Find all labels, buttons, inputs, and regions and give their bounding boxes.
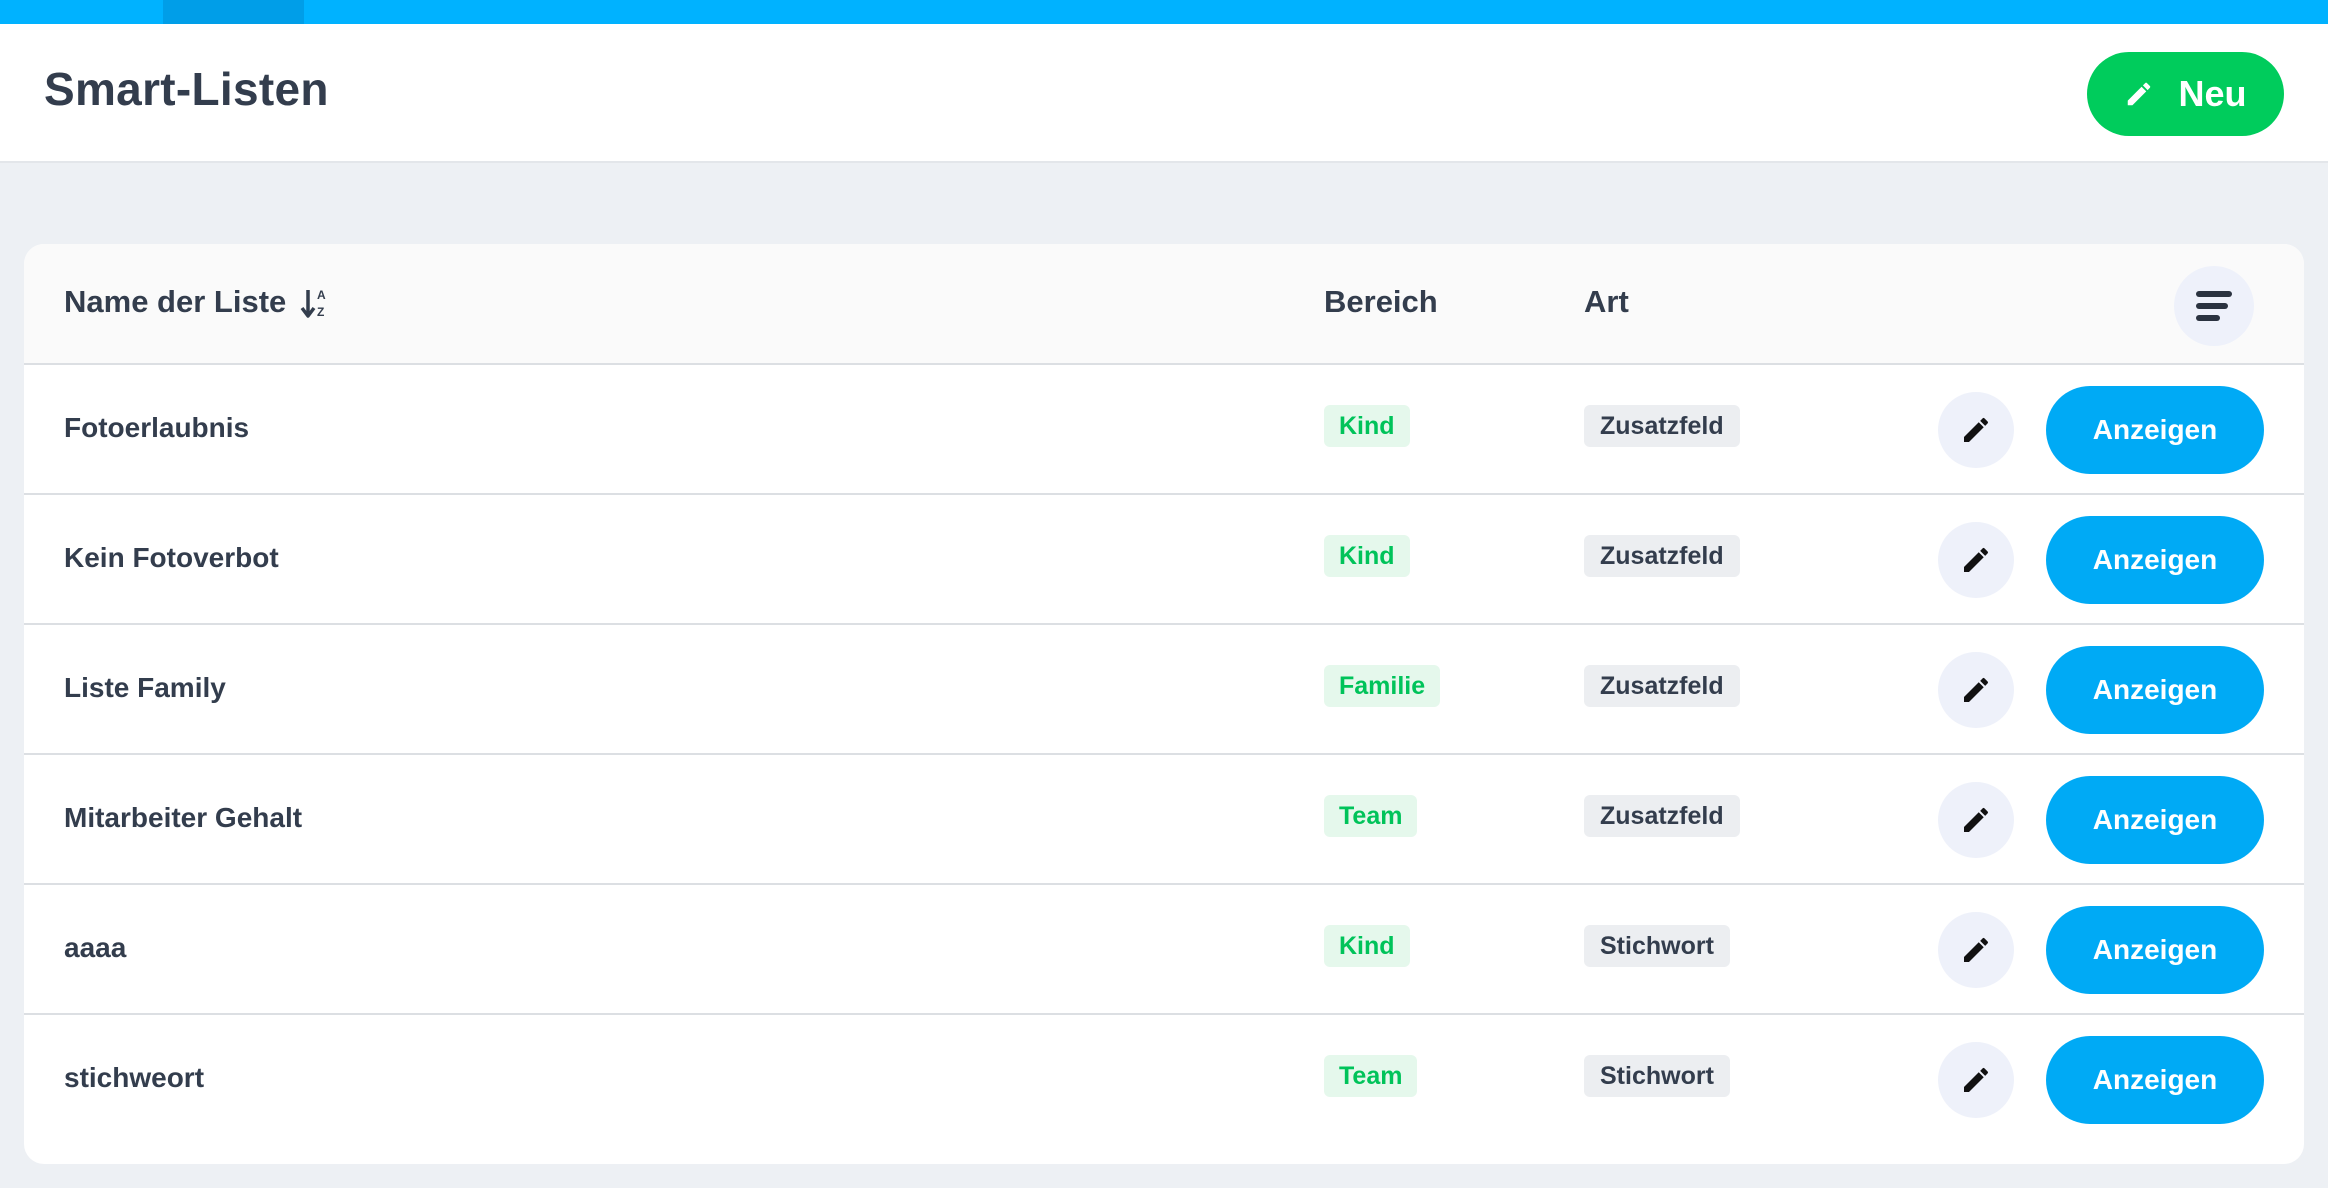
pencil-icon	[1964, 1067, 1989, 1092]
show-button[interactable]: Anzeigen	[2046, 1036, 2264, 1124]
edit-button[interactable]	[1938, 522, 2014, 598]
show-button[interactable]: Anzeigen	[2046, 386, 2264, 474]
table-row: Mitarbeiter Gehalt Team Zusatzfeld Anzeigen	[24, 755, 2304, 885]
show-button[interactable]: Anzeigen	[2046, 516, 2264, 604]
pencil-icon	[1964, 807, 1989, 832]
bereich-badge: Team	[1324, 795, 1418, 837]
top-bar	[0, 0, 2328, 24]
table-row: Kein Fotoverbot Kind Zusatzfeld Anzeigen	[24, 495, 2304, 625]
page-title: Smart-Listen	[44, 63, 329, 115]
bereich-badge: Team	[1324, 1055, 1418, 1097]
table-row: Liste Family Familie Zusatzfeld Anzeigen	[24, 625, 2304, 755]
edit-button[interactable]	[1938, 912, 2014, 988]
new-button-label: Neu	[2178, 73, 2247, 114]
art-badge: Zusatzfeld	[1584, 405, 1740, 447]
edit-button[interactable]	[1938, 392, 2014, 468]
svg-text:A: A	[317, 288, 326, 302]
pencil-icon	[1964, 417, 1989, 442]
show-button[interactable]: Anzeigen	[2046, 906, 2264, 994]
pencil-icon	[1964, 677, 1989, 702]
show-button[interactable]: Anzeigen	[2046, 776, 2264, 864]
table-header: Name der Liste A Z Bereich Art	[24, 244, 2304, 365]
bereich-badge: Kind	[1324, 925, 1410, 967]
list-name: Kein Fotoverbot	[64, 542, 279, 573]
menu-lines-icon	[2196, 291, 2232, 321]
list-name: Liste Family	[64, 672, 226, 703]
art-badge: Stichwort	[1584, 925, 1730, 967]
list-name: stichweort	[64, 1062, 205, 1093]
bereich-badge: Familie	[1324, 665, 1441, 707]
edit-button[interactable]	[1938, 1042, 2014, 1118]
art-badge: Zusatzfeld	[1584, 795, 1740, 837]
smart-lists-table: Name der Liste A Z Bereich Art Fotoerlau…	[24, 244, 2304, 1164]
table-row: stichweort Team Stichwort Anzeigen	[24, 1015, 2304, 1145]
column-header-name[interactable]: Name der Liste	[64, 284, 286, 320]
page-header: Smart-Listen Neu	[0, 24, 2328, 163]
column-header-bereich: Bereich	[1324, 284, 1438, 319]
pencil-icon	[1964, 547, 1989, 572]
new-list-button[interactable]: Neu	[2087, 52, 2284, 136]
edit-button[interactable]	[1938, 652, 2014, 728]
column-header-art: Art	[1584, 284, 1629, 319]
show-button[interactable]: Anzeigen	[2046, 646, 2264, 734]
bereich-badge: Kind	[1324, 535, 1410, 577]
sort-alpha-down-icon[interactable]: A Z	[300, 286, 330, 320]
pencil-icon	[1964, 937, 1989, 962]
list-name: aaaa	[64, 932, 127, 963]
svg-text:Z: Z	[317, 305, 324, 319]
bereich-badge: Kind	[1324, 405, 1410, 447]
list-name: Mitarbeiter Gehalt	[64, 802, 303, 833]
art-badge: Stichwort	[1584, 1055, 1730, 1097]
pencil-icon	[2128, 82, 2151, 106]
art-badge: Zusatzfeld	[1584, 665, 1740, 707]
top-bar-active-tab[interactable]	[163, 0, 304, 24]
list-name: Fotoerlaubnis	[64, 412, 250, 443]
edit-button[interactable]	[1938, 782, 2014, 858]
art-badge: Zusatzfeld	[1584, 535, 1740, 577]
column-menu-button[interactable]	[2174, 266, 2254, 346]
table-row: Fotoerlaubnis Kind Zusatzfeld Anzeigen	[24, 365, 2304, 495]
table-row: aaaa Kind Stichwort Anzeigen	[24, 885, 2304, 1015]
